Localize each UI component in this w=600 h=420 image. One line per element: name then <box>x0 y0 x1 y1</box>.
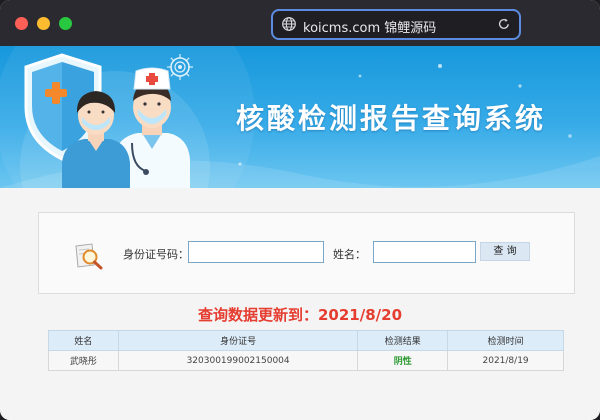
id-number-label: 身份证号码： <box>123 248 189 261</box>
magnifier-document-icon <box>75 243 103 270</box>
cell-id-number: 320300199002150004 <box>117 350 359 371</box>
main-content: 身份证号码： 姓名： 查 询 查询数据更新到：2021/8/20 姓名 身份证号… <box>0 188 600 420</box>
table-row: 武晓彤 320300199002150004 阴性 2021/8/19 <box>48 350 564 371</box>
title-bar: koicms.com 锦鲤源码 <box>0 0 600 46</box>
header-id-number: 身份证号 <box>117 330 359 351</box>
banner: 核酸检测报告查询系统 <box>0 46 600 188</box>
result-table: 姓名 身份证号 检测结果 检测时间 武晓彤 320300199002150004… <box>48 330 564 371</box>
cell-test-result: 阴性 <box>357 350 449 371</box>
search-panel: 身份证号码： 姓名： 查 询 <box>38 212 575 294</box>
virus-icon <box>167 54 193 80</box>
header-test-time: 检测时间 <box>447 330 564 351</box>
header-name: 姓名 <box>48 330 119 351</box>
doctor-nurse-shield-illustration <box>24 53 193 188</box>
reload-icon[interactable] <box>497 17 511 31</box>
id-number-input[interactable] <box>188 241 324 263</box>
header-test-result: 检测结果 <box>357 330 449 351</box>
name-input[interactable] <box>373 241 476 263</box>
minimize-window-button[interactable] <box>37 17 50 30</box>
browser-window: koicms.com 锦鲤源码 核酸检测报告查询系统 身份证号码： 姓名： 查 … <box>0 0 600 420</box>
table-header-row: 姓名 身份证号 检测结果 检测时间 <box>48 330 564 351</box>
close-window-button[interactable] <box>15 17 28 30</box>
query-button[interactable]: 查 询 <box>480 242 530 261</box>
page-title: 核酸检测报告查询系统 <box>236 102 547 135</box>
globe-icon <box>282 17 296 31</box>
cell-name: 武晓彤 <box>48 350 119 371</box>
zoom-window-button[interactable] <box>59 17 72 30</box>
url-text[interactable]: koicms.com 锦鲤源码 <box>303 17 436 36</box>
data-update-notice: 查询数据更新到：2021/8/20 <box>197 306 403 324</box>
address-bar[interactable]: koicms.com 锦鲤源码 <box>271 9 521 40</box>
name-label: 姓名： <box>333 248 366 261</box>
cell-test-time: 2021/8/19 <box>447 350 564 371</box>
